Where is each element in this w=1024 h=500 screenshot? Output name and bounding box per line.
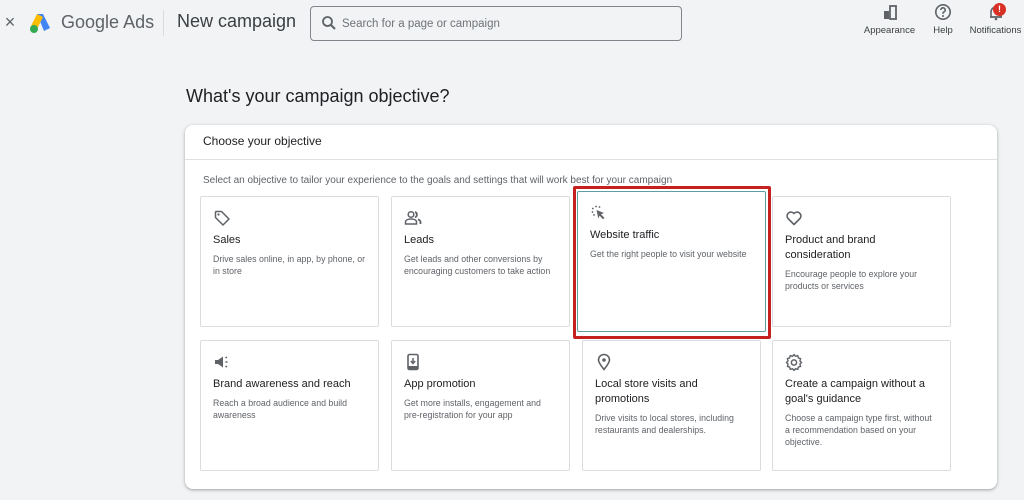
notifications-label: Notifications: [969, 25, 1022, 36]
card-title: Leads: [404, 234, 434, 246]
card-description: Choose a campaign type first, without a …: [785, 413, 932, 447]
close-button[interactable]: ×: [2, 12, 18, 32]
card-description: Get leads and other conversions by encou…: [404, 254, 551, 276]
card-description: Reach a broad audience and build awarene…: [213, 398, 348, 420]
megaphone-icon: [215, 356, 228, 368]
objective-card-brand-awareness[interactable]: Brand awareness and reach Reach a broad …: [200, 340, 379, 471]
people-icon: [404, 210, 422, 225]
cursor-click-icon: [591, 205, 605, 220]
brand-name: Google Ads: [61, 12, 154, 33]
card-title: Create a campaign without a goal's guida…: [785, 378, 926, 405]
objective-card-leads[interactable]: Leads Get leads and other conversions by…: [391, 196, 570, 327]
panel-title: Choose your objective: [185, 125, 997, 160]
notification-badge: !: [993, 3, 1006, 16]
objective-card-consideration[interactable]: Product and brand consideration Encourag…: [772, 196, 951, 327]
card-description: Drive sales online, in app, by phone, or…: [213, 254, 366, 276]
search-box[interactable]: [310, 6, 682, 41]
card-title: Product and brand consideration: [785, 234, 876, 261]
location-pin-icon: [597, 353, 611, 371]
brand-google: Google: [61, 12, 120, 32]
objective-card-website-traffic[interactable]: Website traffic Get the right people to …: [577, 191, 766, 332]
card-description: Get the right people to visit your websi…: [590, 249, 747, 259]
card-title: Local store visits and promotions: [595, 378, 698, 405]
appearance-label: Appearance: [863, 25, 916, 36]
google-ads-logo: [30, 14, 50, 33]
page-title: New campaign: [177, 11, 297, 31]
page-heading: What's your campaign objective?: [186, 86, 450, 106]
close-icon: ×: [4, 12, 16, 32]
objective-card-local-store[interactable]: Local store visits and promotions Drive …: [582, 340, 761, 471]
help-label: Help: [933, 25, 953, 36]
card-title: Brand awareness and reach: [213, 378, 351, 390]
card-description: Drive visits to local stores, including …: [595, 413, 734, 435]
divider: [163, 10, 164, 36]
top-bar: × Google Ads New campaign Appearance Hel…: [0, 0, 1024, 46]
phone-download-icon: [407, 353, 419, 371]
gear-icon: [785, 353, 803, 371]
brand-ads: Ads: [123, 12, 155, 32]
help-icon: [935, 4, 951, 20]
card-description: Encourage people to explore your product…: [785, 269, 918, 291]
objective-card-no-goal[interactable]: Create a campaign without a goal's guida…: [772, 340, 951, 471]
search-icon: [322, 16, 336, 30]
appearance-icon: [883, 5, 897, 20]
notifications-button[interactable]: ! Notifications: [967, 3, 1024, 36]
appearance-button[interactable]: Appearance: [862, 3, 917, 36]
objective-card-app-promotion[interactable]: App promotion Get more installs, engagem…: [391, 340, 570, 471]
card-title: App promotion: [404, 378, 476, 390]
help-button[interactable]: Help: [927, 3, 959, 36]
card-title: Website traffic: [590, 229, 660, 241]
tag-icon: [214, 210, 230, 226]
heart-icon: [786, 211, 802, 226]
objective-card-sales[interactable]: Sales Drive sales online, in app, by pho…: [200, 196, 379, 327]
card-title: Sales: [213, 234, 241, 246]
search-input[interactable]: [342, 8, 672, 39]
panel-description: Select an objective to tailor your exper…: [203, 175, 673, 186]
card-description: Get more installs, engagement and pre-re…: [404, 398, 541, 420]
